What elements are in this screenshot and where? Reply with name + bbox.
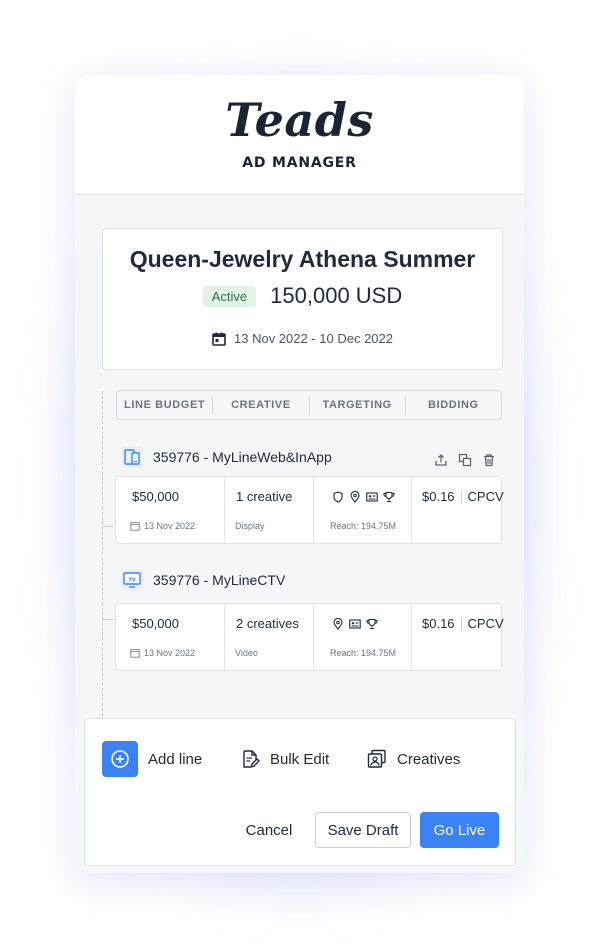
footer-panel: Add line Bulk Edit Creatives Cancel Save… <box>84 718 516 866</box>
tab-line-budget[interactable]: LINE BUDGET <box>117 396 214 414</box>
location-pin-icon <box>350 491 360 503</box>
share-icon[interactable] <box>434 453 448 467</box>
targeting-icons <box>332 618 378 630</box>
timeline-tick <box>103 619 113 620</box>
trash-icon[interactable] <box>482 453 496 467</box>
line-name: 359776 - MyLineWeb&InApp <box>153 449 332 465</box>
bid-divider <box>460 616 462 631</box>
line-budget: $50,000 <box>132 489 179 504</box>
timeline-tick <box>103 526 113 527</box>
reach: Reach: 194.75M <box>330 648 397 658</box>
targeting-icons <box>332 491 395 503</box>
web-inapp-device-icon <box>121 446 143 468</box>
line-start-date: 13 Nov 2022 <box>144 521 196 531</box>
timeline-connector <box>102 391 113 721</box>
line-start: 13 Nov 2022 <box>130 648 195 658</box>
line-start-date: 13 Nov 2022 <box>144 648 196 658</box>
status-badge: Active <box>202 285 257 307</box>
creatives-button[interactable]: Creatives <box>367 749 460 769</box>
campaign-summary-card[interactable]: Queen-Jewelry Athena Summer Active 150,0… <box>102 228 503 370</box>
bid-value: $0.16 <box>422 616 455 631</box>
line-budget-cell[interactable]: $50,000 13 Nov 2022 <box>116 604 225 670</box>
bulk-edit-label: Bulk Edit <box>270 750 330 768</box>
line-budget-cell[interactable]: $50,000 13 Nov 2022 <box>116 477 225 543</box>
duplicate-icon[interactable] <box>458 453 472 467</box>
cancel-button[interactable]: Cancel <box>230 812 308 848</box>
reach: Reach: 194.75M <box>330 521 397 531</box>
ad-manager-panel: Teads AD MANAGER Queen-Jewelry Athena Su… <box>75 75 524 873</box>
plus-circle-icon <box>111 750 129 768</box>
svg-text:TV: TV <box>128 578 135 584</box>
bid-value: $0.16 <box>422 489 455 504</box>
line-actions <box>434 453 496 467</box>
creative-format: Video <box>235 648 258 658</box>
creatives-label: Creatives <box>397 750 461 768</box>
creative-count: 1 creative <box>236 489 293 504</box>
bidding-cell[interactable]: $0.16 CPCV <box>412 604 504 670</box>
line-budget: $50,000 <box>132 616 179 631</box>
bulk-edit-button[interactable]: Bulk Edit <box>240 749 329 769</box>
add-line-button[interactable]: Add line <box>102 741 202 777</box>
tv-icon: TV <box>121 569 143 591</box>
profile-card-icon <box>366 492 378 502</box>
bid-type: CPCV <box>467 489 504 504</box>
bidding-cell[interactable]: $0.16 CPCV <box>412 477 504 543</box>
campaign-title: Queen-Jewelry Athena Summer <box>129 246 476 272</box>
calendar-icon <box>130 649 140 658</box>
creative-format: Display <box>235 521 265 531</box>
status-row: Active 150,000 USD <box>103 283 502 309</box>
creatives-gallery-icon <box>367 749 386 768</box>
line-header[interactable]: 359776 - MyLineWeb&InApp <box>121 446 332 468</box>
product-name: AD MANAGER <box>242 155 357 171</box>
tab-bidding[interactable]: BIDDING <box>406 396 501 414</box>
line-start: 13 Nov 2022 <box>130 521 195 531</box>
location-pin-icon <box>333 618 343 630</box>
tab-creative[interactable]: CREATIVE <box>213 396 310 414</box>
creative-cell[interactable]: 1 creative Display <box>225 477 314 543</box>
tab-targeting[interactable]: TARGETING <box>310 396 406 414</box>
creative-cell[interactable]: 2 creatives Video <box>225 604 314 670</box>
document-edit-icon <box>243 750 260 769</box>
line-columns-header: LINE BUDGET CREATIVE TARGETING BIDDING <box>116 390 502 420</box>
campaign-budget: 150,000 USD <box>270 283 403 308</box>
go-live-button[interactable]: Go Live <box>420 812 499 848</box>
header: Teads AD MANAGER <box>75 75 524 195</box>
bid-divider <box>460 489 462 504</box>
shield-icon <box>333 491 343 503</box>
campaign-dates: 13 Nov 2022 - 10 Dec 2022 <box>103 331 502 346</box>
line-name: 359776 - MyLineCTV <box>153 572 286 588</box>
save-draft-button[interactable]: Save Draft <box>315 812 411 848</box>
bid: $0.16 CPCV <box>422 489 504 504</box>
profile-card-icon <box>349 619 361 629</box>
creative-count: 2 creatives <box>236 616 299 631</box>
teads-logo: Teads <box>225 93 374 147</box>
bid-type: CPCV <box>467 616 504 631</box>
add-line-label: Add line <box>148 750 203 768</box>
bid: $0.16 CPCV <box>422 616 504 631</box>
calendar-icon <box>130 522 140 531</box>
trophy-icon <box>383 491 395 503</box>
calendar-icon <box>212 332 226 346</box>
line-row[interactable]: $50,000 13 Nov 2022 1 creative Display R… <box>115 476 504 544</box>
trophy-icon <box>366 618 378 630</box>
line-header[interactable]: TV 359776 - MyLineCTV <box>121 569 285 591</box>
date-range: 13 Nov 2022 - 10 Dec 2022 <box>234 331 393 346</box>
targeting-cell[interactable]: Reach: 194.75M <box>314 477 412 543</box>
add-line-icon-box <box>102 741 138 777</box>
line-row[interactable]: $50,000 13 Nov 2022 2 creatives Video Re… <box>115 603 504 671</box>
targeting-cell[interactable]: Reach: 194.75M <box>314 604 412 670</box>
